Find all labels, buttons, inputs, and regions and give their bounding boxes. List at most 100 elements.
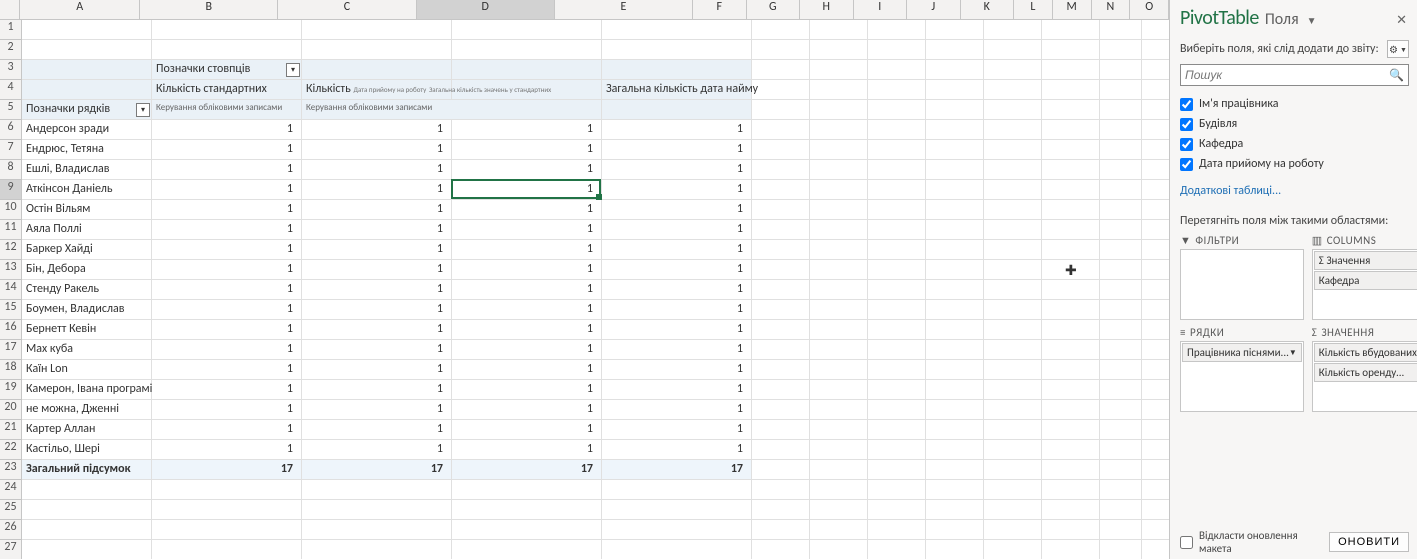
row-label[interactable]: Мах куба (22, 340, 152, 360)
row-header-5[interactable]: 5 (0, 100, 22, 120)
col-header-C[interactable]: C (278, 0, 416, 20)
empty-cell[interactable] (1142, 440, 1169, 460)
empty-cell[interactable] (810, 340, 868, 360)
data-cell[interactable]: 1 (452, 160, 602, 180)
row-header-11[interactable]: 11 (0, 220, 22, 240)
row-header-2[interactable]: 2 (0, 40, 22, 60)
columns-area[interactable]: ▥ COLUMNS Σ Значення▼Кафедра▼ (1312, 234, 1417, 320)
data-cell[interactable]: 1 (302, 140, 452, 160)
empty-cell[interactable] (984, 280, 1042, 300)
row-label[interactable]: Бін, Дебора (22, 260, 152, 280)
data-cell[interactable]: 1 (602, 320, 752, 340)
data-cell[interactable]: 1 (452, 220, 602, 240)
empty-cell[interactable] (1142, 400, 1169, 420)
data-cell[interactable]: 1 (302, 180, 452, 200)
area-field-chip[interactable]: Σ Значення▼ (1314, 251, 1417, 270)
empty-cell[interactable] (1042, 60, 1100, 80)
empty-cell[interactable] (810, 360, 868, 380)
data-cell[interactable]: 1 (452, 300, 602, 320)
search-input[interactable] (1185, 68, 1389, 82)
empty-cell[interactable] (926, 480, 984, 500)
empty-cell[interactable] (1042, 80, 1100, 100)
data-cell[interactable]: 1 (302, 200, 452, 220)
grand-total-label[interactable]: Загальний підсумок (22, 460, 152, 480)
field-item[interactable]: Кафедра (1180, 134, 1409, 154)
empty-cell[interactable] (1142, 460, 1169, 480)
row-label[interactable]: Аткінсон Даніель (22, 180, 152, 200)
panel-dropdown-icon[interactable]: ▼ (1305, 14, 1319, 27)
empty-cell[interactable] (752, 280, 810, 300)
empty-cell[interactable] (752, 160, 810, 180)
empty-cell[interactable] (1100, 240, 1142, 260)
data-cell[interactable]: 1 (302, 120, 452, 140)
empty-cell[interactable] (984, 320, 1042, 340)
empty-cell[interactable] (984, 140, 1042, 160)
row-header-9[interactable]: 9 (0, 180, 22, 200)
row-header-12[interactable]: 12 (0, 240, 22, 260)
empty-cell[interactable] (1142, 120, 1169, 140)
data-cell[interactable]: 1 (152, 180, 302, 200)
empty-cell[interactable] (926, 540, 984, 559)
empty-cell[interactable] (984, 100, 1042, 120)
empty-cell[interactable] (752, 200, 810, 220)
row-header-10[interactable]: 10 (0, 200, 22, 220)
empty-cell[interactable] (984, 420, 1042, 440)
row-header-14[interactable]: 14 (0, 280, 22, 300)
data-cell[interactable]: 1 (152, 300, 302, 320)
empty-cell[interactable] (1042, 220, 1100, 240)
empty-cell[interactable] (1042, 340, 1100, 360)
data-cell[interactable]: 1 (152, 200, 302, 220)
empty-cell[interactable] (1142, 480, 1169, 500)
empty-cell[interactable] (1042, 520, 1100, 540)
field-search-box[interactable]: 🔍 (1180, 64, 1409, 86)
empty-cell[interactable] (1100, 380, 1142, 400)
row-header-22[interactable]: 22 (0, 440, 22, 460)
empty-cell[interactable] (926, 280, 984, 300)
empty-cell[interactable] (302, 520, 452, 540)
empty-cell[interactable] (984, 180, 1042, 200)
defer-layout-checkbox[interactable] (1180, 536, 1193, 549)
empty-cell[interactable] (1042, 240, 1100, 260)
data-cell[interactable]: 1 (152, 220, 302, 240)
empty-cell[interactable] (752, 400, 810, 420)
row-header-6[interactable]: 6 (0, 120, 22, 140)
grand-total-value[interactable]: 17 (302, 460, 452, 480)
row-header-15[interactable]: 15 (0, 300, 22, 320)
data-cell[interactable]: 1 (302, 380, 452, 400)
col-header-H[interactable]: H (800, 0, 854, 20)
data-cell[interactable]: 1 (602, 380, 752, 400)
empty-cell[interactable] (926, 200, 984, 220)
data-cell[interactable]: 1 (452, 420, 602, 440)
data-cell[interactable]: 1 (602, 440, 752, 460)
col-header-N[interactable]: N (1092, 0, 1131, 20)
field-item[interactable]: Ім'я працівника (1180, 94, 1409, 114)
data-cell[interactable]: 1 (302, 360, 452, 380)
empty-cell[interactable] (984, 200, 1042, 220)
empty-cell[interactable] (752, 180, 810, 200)
empty-cell[interactable] (868, 20, 926, 40)
empty-cell[interactable] (984, 360, 1042, 380)
empty-cell[interactable] (302, 500, 452, 520)
empty-cell[interactable] (984, 120, 1042, 140)
empty-cell[interactable] (868, 440, 926, 460)
data-cell[interactable]: 1 (152, 120, 302, 140)
empty-cell[interactable] (1100, 60, 1142, 80)
row-header-25[interactable]: 25 (0, 500, 22, 520)
empty-cell[interactable] (1042, 200, 1100, 220)
empty-cell[interactable] (926, 180, 984, 200)
rows-dropzone[interactable]: Працівника піснями...▼ (1180, 341, 1304, 412)
empty-cell[interactable] (1100, 220, 1142, 240)
field-options-button[interactable]: ⚙ ▼ (1387, 40, 1409, 58)
empty-cell[interactable] (1142, 160, 1169, 180)
empty-cell[interactable] (1042, 320, 1100, 340)
empty-cell[interactable] (810, 100, 868, 120)
empty-cell[interactable] (868, 400, 926, 420)
empty-cell[interactable] (926, 460, 984, 480)
empty-cell[interactable] (602, 500, 752, 520)
empty-cell[interactable] (868, 540, 926, 559)
empty-cell[interactable] (752, 80, 810, 100)
empty-cell[interactable] (302, 540, 452, 559)
empty-cell[interactable] (810, 180, 868, 200)
row-header-4[interactable]: 4 (0, 80, 22, 100)
data-cell[interactable]: 1 (302, 320, 452, 340)
